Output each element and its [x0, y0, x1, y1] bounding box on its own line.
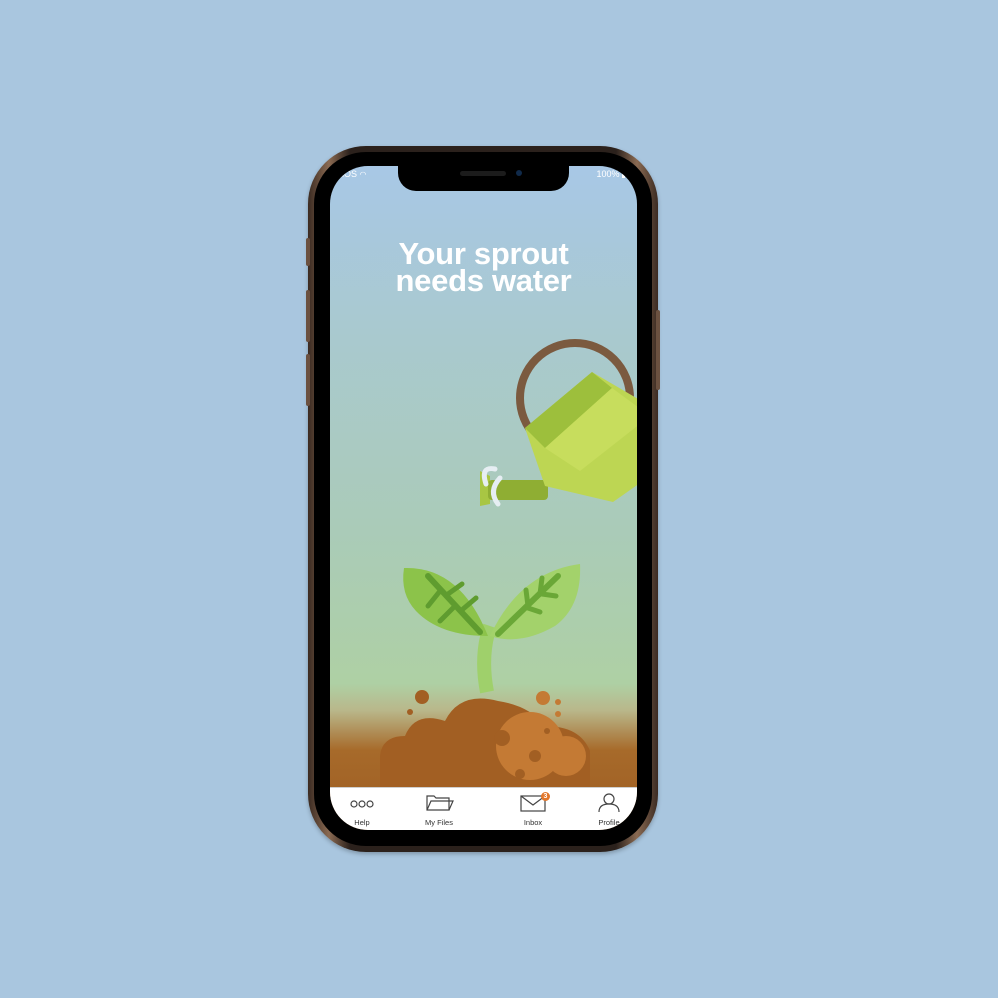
sprout-illustration [380, 339, 637, 788]
tab-inbox-label: Inbox [523, 818, 543, 827]
folder-icon [426, 795, 454, 811]
tab-profile[interactable]: Profile [579, 792, 637, 827]
side-button [656, 310, 660, 390]
tab-help[interactable]: Help [332, 792, 392, 827]
inbox-badge: 3 [541, 792, 550, 801]
sprout-plant-icon [403, 564, 581, 694]
tab-profile-label: Profile [598, 818, 620, 827]
mute-switch [306, 238, 310, 266]
watering-can-icon [480, 339, 637, 507]
volume-down-button [306, 354, 310, 406]
app-screen: iOS ◠ 100% Your sprout needs water Help … [330, 166, 637, 830]
tab-my-files-label: My Files [425, 818, 453, 827]
tab-bar: Help My Files 3 Inbox Profile [330, 787, 637, 830]
person-icon [598, 793, 620, 813]
volume-up-button [306, 290, 310, 342]
soil-mound-icon [380, 690, 590, 788]
more-dots-icon [350, 800, 374, 808]
tab-my-files[interactable]: My Files [409, 792, 469, 827]
tab-inbox[interactable]: 3 Inbox [503, 792, 563, 827]
tab-help-label: Help [354, 818, 370, 827]
